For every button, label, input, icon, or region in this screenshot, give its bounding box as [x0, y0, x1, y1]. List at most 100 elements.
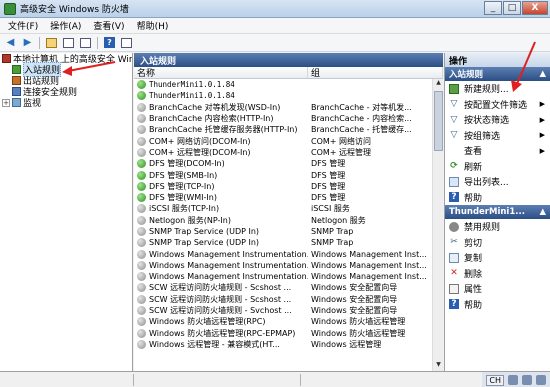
input-language-indicator[interactable]: CH: [486, 374, 504, 386]
maximize-button[interactable]: □: [503, 1, 521, 15]
rule-name-cell: ThunderMini1.0.1.84: [134, 91, 308, 101]
table-row[interactable]: SNMP Trap Service (UDP In) SNMP Trap: [134, 237, 443, 248]
disabled-status-icon: [137, 238, 146, 248]
properties-icon[interactable]: [78, 36, 93, 50]
table-row[interactable]: DFS 管理(TCP-In) DFS 管理: [134, 181, 443, 192]
table-row[interactable]: SCW 远程访问防火墙规则 - Scshost ... Windows 安全配置向…: [134, 294, 443, 305]
help-toolbar-icon[interactable]: ?: [102, 36, 117, 50]
table-row[interactable]: BranchCache 内容检索(HTTP-In) BranchCache - 内…: [134, 113, 443, 124]
rule-group: Windows 安全配置向导: [311, 306, 398, 316]
column-header-group[interactable]: 组: [308, 67, 443, 79]
rule-group: DFS 管理: [311, 193, 346, 203]
table-row[interactable]: DFS 管理(WMI-In) DFS 管理: [134, 192, 443, 203]
rule-group: COM+ 网络访问: [311, 136, 372, 146]
action-item[interactable]: 查看 ▶: [445, 143, 550, 159]
action-item[interactable]: ? 帮助: [445, 297, 550, 313]
action-item[interactable]: 复制: [445, 250, 550, 266]
tray-app-icon[interactable]: [508, 375, 518, 385]
collapse-icon[interactable]: ▲: [539, 207, 546, 217]
scroll-up-icon[interactable]: ▲: [434, 79, 443, 89]
table-row[interactable]: COM+ 远程管理(DCOM-In) COM+ 远程管理: [134, 147, 443, 158]
minimize-button[interactable]: _: [484, 1, 502, 15]
action-item[interactable]: ▽ 按状态筛选 ▶: [445, 112, 550, 128]
action-label: 帮助: [464, 300, 483, 311]
table-row[interactable]: BranchCache 对等机发现(WSD-In) BranchCache - 对…: [134, 102, 443, 113]
action-item[interactable]: ⟳ 刷新: [445, 159, 550, 175]
disabled-status-icon: [137, 227, 146, 236]
action-item[interactable]: ✂ 剪切: [445, 235, 550, 251]
rule-name: SCW 远程访问防火墙规则 - Svchost ...: [149, 306, 292, 316]
menu-action[interactable]: 操作(A): [44, 19, 87, 32]
rule-name: SNMP Trap Service (UDP In): [149, 238, 260, 248]
table-row[interactable]: COM+ 网络访问(DCOM-In) COM+ 网络访问: [134, 135, 443, 146]
tray-app-icon[interactable]: [536, 375, 546, 385]
menu-file[interactable]: 文件(F): [2, 19, 44, 32]
section-label: 入站规则: [449, 70, 484, 80]
rule-name-cell: DFS 管理(TCP-In): [134, 181, 308, 192]
rule-name-cell: COM+ 远程管理(DCOM-In): [134, 147, 308, 158]
connection-security-icon: [12, 87, 21, 96]
table-row[interactable]: SCW 远程访问防火墙规则 - Scshost ... Windows 安全配置向…: [134, 282, 443, 293]
action-item[interactable]: 禁用规则: [445, 219, 550, 235]
back-arrow-icon[interactable]: ◀: [3, 36, 18, 50]
action-item[interactable]: ✕ 删除: [445, 266, 550, 282]
action-label: 剪切: [464, 238, 483, 249]
action-item[interactable]: ▽ 按组筛选 ▶: [445, 128, 550, 144]
menu-help[interactable]: 帮助(H): [131, 19, 175, 32]
table-row[interactable]: Windows 防火墙远程管理(RPC-EPMAP) Windows 防火墙远程管…: [134, 328, 443, 339]
cut-icon: ✂: [450, 237, 458, 248]
table-row[interactable]: SNMP Trap Service (UDP In) SNMP Trap: [134, 226, 443, 237]
rule-name-cell: Windows 防火墙远程管理(RPC-EPMAP): [134, 328, 308, 339]
rule-group: Windows Management Inst...: [311, 249, 427, 259]
table-row[interactable]: Netlogon 服务(NP-In) Netlogon 服务: [134, 215, 443, 226]
table-row[interactable]: iSCSI 服务(TCP-In) iSCSI 服务: [134, 203, 443, 214]
rule-group: DFS 管理: [311, 181, 346, 191]
table-row[interactable]: Windows 远程管理 - 兼容模式(HT... Windows 远程管理: [134, 339, 443, 350]
show-hide-tree-icon[interactable]: [61, 36, 76, 50]
rule-name-cell: SCW 远程访问防火墙规则 - Scshost ...: [134, 294, 308, 305]
column-header-name[interactable]: 名称: [134, 67, 308, 79]
tray-app-icon[interactable]: [522, 375, 532, 385]
table-row[interactable]: DFS 管理(DCOM-In) DFS 管理: [134, 158, 443, 169]
table-row[interactable]: Windows Management Instrumentation... Win…: [134, 260, 443, 271]
menu-view[interactable]: 查看(V): [87, 19, 130, 32]
up-folder-icon[interactable]: [44, 36, 59, 50]
scroll-thumb[interactable]: [434, 91, 443, 151]
action-item[interactable]: 属性: [445, 281, 550, 297]
table-row[interactable]: Windows Management Instrumentation... Win…: [134, 271, 443, 282]
rule-name: BranchCache 内容检索(HTTP-In): [149, 114, 274, 124]
actions-section-selected-rule[interactable]: ThunderMini1... ▲: [445, 205, 550, 219]
rule-name: BranchCache 对等机发现(WSD-In): [149, 102, 281, 112]
tree-root[interactable]: 本地计算机 上的高级安全 Windows: [0, 53, 132, 65]
action-item[interactable]: ▽ 按配置文件筛选 ▶: [445, 97, 550, 113]
forward-arrow-icon[interactable]: ▶: [20, 36, 35, 50]
action-item[interactable]: 新建规则...: [445, 81, 550, 97]
rule-name-cell: SNMP Trap Service (UDP In): [134, 227, 308, 236]
close-button[interactable]: X: [522, 1, 548, 15]
vertical-scrollbar[interactable]: ▲ ▼: [432, 79, 443, 371]
action-item[interactable]: 导出列表...: [445, 174, 550, 190]
table-row[interactable]: Windows 防火墙远程管理(RPC) Windows 防火墙远程管理: [134, 316, 443, 327]
expand-icon[interactable]: +: [2, 98, 10, 107]
disabled-status-icon: [137, 339, 146, 349]
tree-item-monitoring[interactable]: + 监视: [0, 97, 132, 109]
table-row[interactable]: SCW 远程访问防火墙规则 - Svchost ... Windows 安全配置向…: [134, 305, 443, 316]
actions-list-selected-rule: 禁用规则 ✂ 剪切 复制 ✕ 删除 属性? 帮助: [445, 219, 550, 312]
action-label: 查看: [464, 147, 483, 158]
table-row[interactable]: Windows Management Instrumentation... Win…: [134, 248, 443, 259]
rule-name-cell: DFS 管理(SMB-In): [134, 170, 308, 181]
actions-section-inbound[interactable]: 入站规则 ▲: [445, 67, 550, 81]
collapse-icon[interactable]: ▲: [539, 69, 546, 79]
scroll-down-icon[interactable]: ▼: [434, 361, 443, 371]
tree-item-connection-security-rules[interactable]: 连接安全规则: [0, 86, 132, 98]
help-icon: ?: [449, 299, 459, 310]
table-row[interactable]: ThunderMini1.0.1.84: [134, 79, 443, 90]
action-item[interactable]: ? 帮助: [445, 190, 550, 206]
action-pane-icon[interactable]: [119, 36, 134, 50]
table-row[interactable]: DFS 管理(SMB-In) DFS 管理: [134, 169, 443, 180]
rule-group: SNMP Trap: [311, 238, 354, 248]
table-row[interactable]: BranchCache 托管缓存服务器(HTTP-In) BranchCache …: [134, 124, 443, 135]
rule-group: COM+ 远程管理: [311, 147, 372, 157]
tree-item-inbound-rules[interactable]: 入站规则: [0, 62, 132, 77]
table-row[interactable]: ThunderMini1.0.1.84: [134, 90, 443, 101]
